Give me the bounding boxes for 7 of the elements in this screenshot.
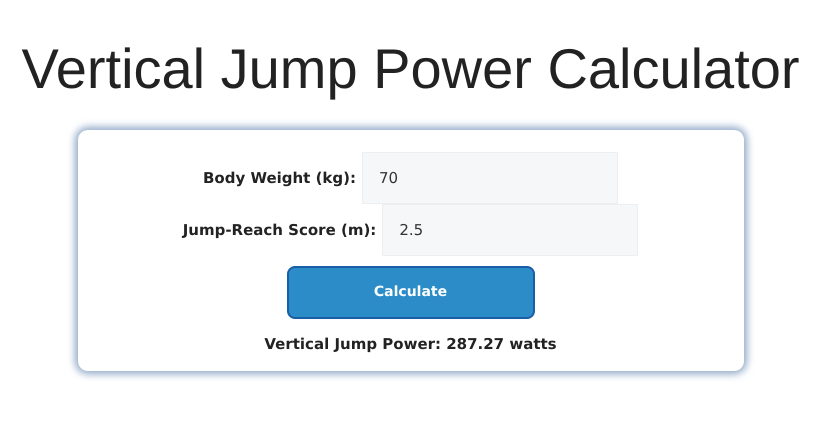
page-title: Vertical Jump Power Calculator [21, 38, 800, 100]
result-text: Vertical Jump Power: 287.27 watts [264, 334, 557, 353]
calculate-button[interactable]: Calculate [286, 266, 534, 319]
field-label: Body Weight (kg): [202, 168, 356, 187]
input-field[interactable]: 70 [362, 152, 618, 204]
field-label: Jump-Reach Score (m): [182, 220, 376, 239]
input-field[interactable]: 2.5 [382, 204, 638, 256]
